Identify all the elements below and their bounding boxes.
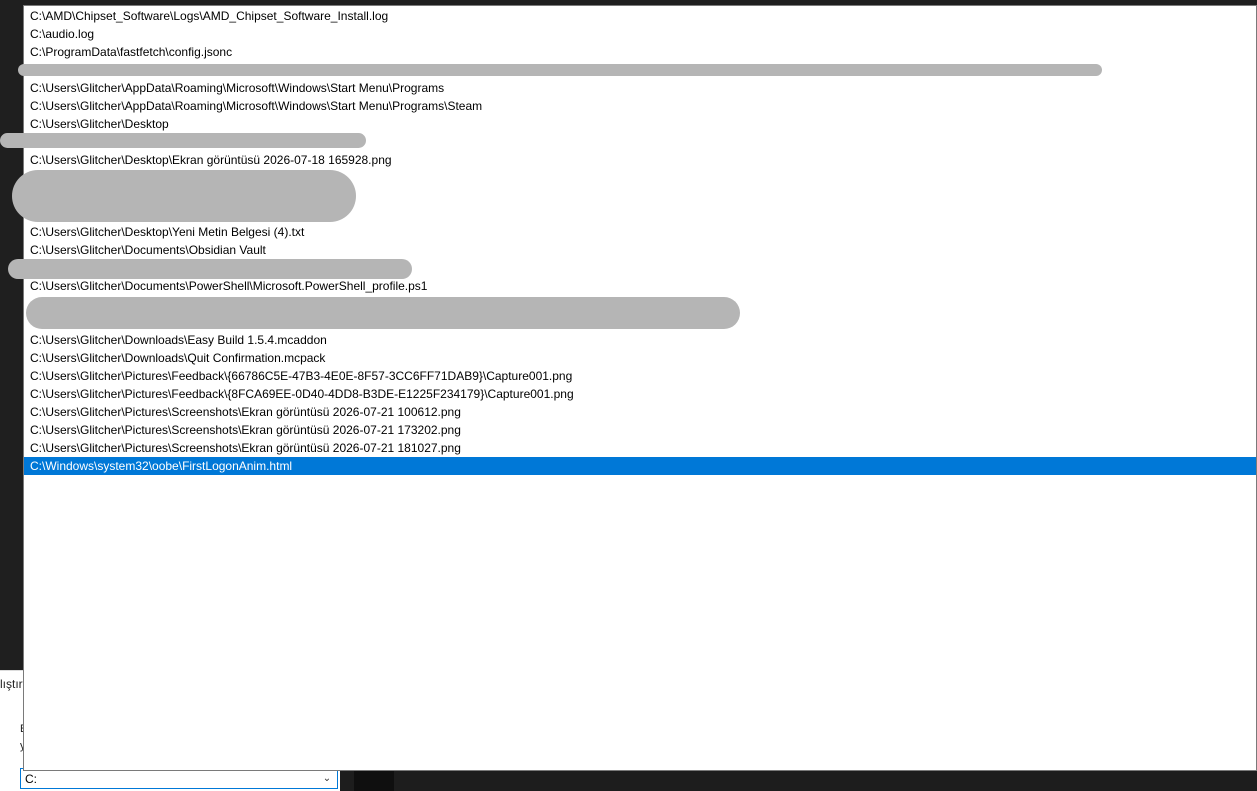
autocomplete-list: C:\AMD\Chipset_Software\Logs\AMD_Chipset… <box>24 6 1256 475</box>
list-item[interactable]: C:\Users\Glitcher\Pictures\Screenshots\E… <box>24 439 1256 457</box>
list-item[interactable]: C:\Users\Glitcher\Desktop\Ekran görüntüs… <box>24 151 1256 169</box>
list-item[interactable]: C:\Users\Glitcher\AppData\Roaming\Micros… <box>24 79 1256 97</box>
chevron-down-icon[interactable]: ⌄ <box>320 771 334 786</box>
list-item[interactable]: C:\AMD\Chipset_Software\Logs\AMD_Chipset… <box>24 7 1256 25</box>
list-item[interactable]: C:\Users\Glitcher\Documents\Obsidian Vau… <box>24 241 1256 259</box>
desktop: lıştır E y ⌄ C:\AMD\Chipset_Software\Log… <box>0 0 1257 791</box>
run-command-input[interactable] <box>25 770 315 787</box>
background-left <box>0 0 24 670</box>
redaction-overlay <box>26 297 740 329</box>
list-item[interactable]: C:\Users\Glitcher\Pictures\Feedback\{667… <box>24 367 1256 385</box>
list-item[interactable]: C:\ProgramData\fastfetch\config.jsonc <box>24 43 1256 61</box>
list-item[interactable]: C:\Users\Glitcher\Downloads\Quit Confirm… <box>24 349 1256 367</box>
list-item[interactable]: C:\Users\Glitcher\Downloads\Easy Build 1… <box>24 331 1256 349</box>
run-command-combobox[interactable]: ⌄ <box>20 768 338 789</box>
list-item[interactable]: C:\Users\Glitcher\Pictures\Screenshots\E… <box>24 421 1256 439</box>
run-dialog-title: lıştır <box>0 677 23 691</box>
taskbar-gap <box>354 771 394 791</box>
taskbar-fragment <box>340 771 1257 791</box>
list-item[interactable]: C:\Users\Glitcher\Desktop <box>24 115 1256 133</box>
list-item[interactable]: C:\Users\Glitcher\AppData\Roaming\Micros… <box>24 97 1256 115</box>
list-item-selected[interactable]: C:\Windows\system32\oobe\FirstLogonAnim.… <box>24 457 1256 475</box>
redaction-overlay <box>0 133 366 148</box>
list-item[interactable]: C:\Users\Glitcher\Pictures\Screenshots\E… <box>24 403 1256 421</box>
list-item[interactable]: C:\audio.log <box>24 25 1256 43</box>
autocomplete-dropdown[interactable]: C:\AMD\Chipset_Software\Logs\AMD_Chipset… <box>23 5 1257 771</box>
list-item[interactable]: C:\Users\Glitcher\Documents\PowerShell\M… <box>24 277 1256 295</box>
redaction-overlay <box>8 259 412 279</box>
list-item[interactable]: C:\Users\Glitcher\Desktop\Yeni Metin Bel… <box>24 223 1256 241</box>
redaction-overlay <box>18 64 1102 76</box>
list-item[interactable]: C:\Users\Glitcher\Pictures\Feedback\{8FC… <box>24 385 1256 403</box>
redaction-overlay <box>12 170 356 222</box>
